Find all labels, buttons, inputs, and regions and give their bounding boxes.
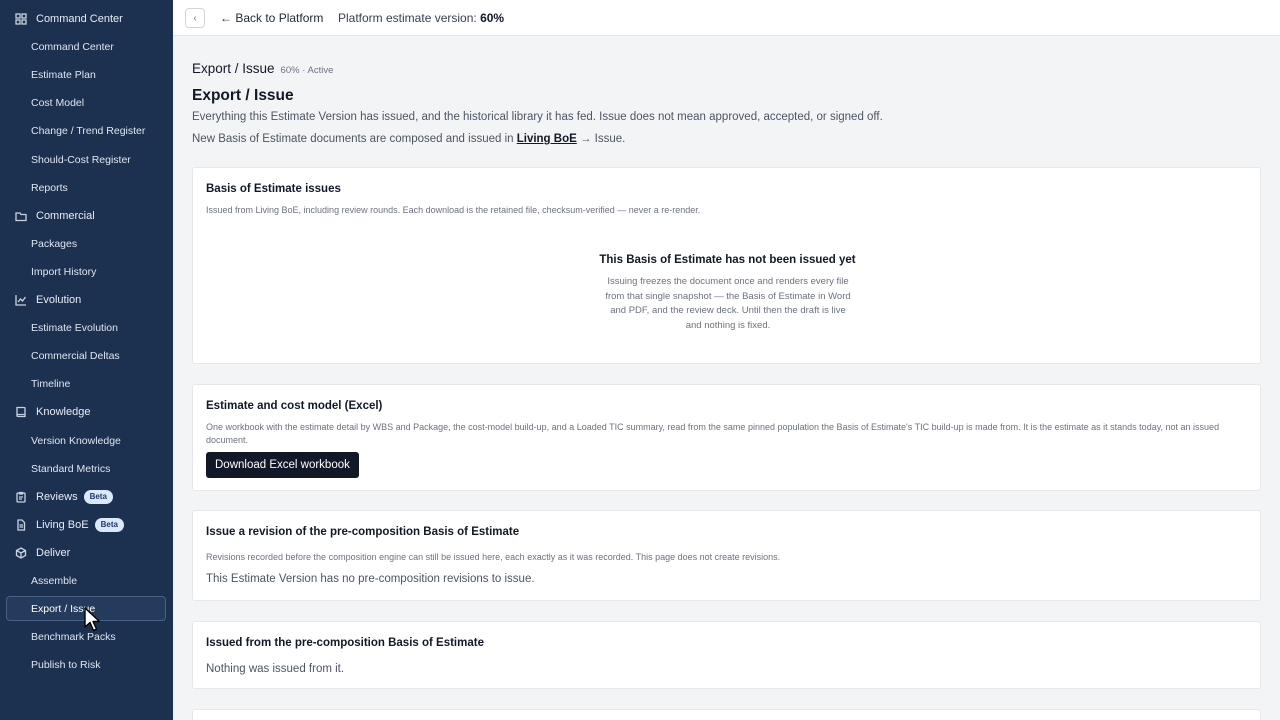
version-value: 60%	[480, 11, 505, 25]
sidebar-item-label: Reviews	[36, 491, 78, 503]
card-body-text: Nothing was issued from it.	[206, 663, 345, 675]
sidebar-item-label: Import History	[31, 266, 97, 278]
back-to-platform-link[interactable]: ← Back to Platform	[220, 11, 323, 25]
sidebar-item-label: Reports	[31, 182, 68, 194]
book-icon	[15, 406, 27, 418]
sidebar-group-deliver[interactable]: Deliver	[0, 540, 173, 566]
card-title: Issued from the pre-composition Basis of…	[206, 637, 484, 649]
top-bar: ‹ ← Back to Platform Platform estimate v…	[173, 0, 1280, 36]
chevron-left-icon: ‹	[193, 12, 197, 24]
sidebar-group-knowledge[interactable]: Knowledge	[0, 399, 173, 425]
sidebar-group-living-boe[interactable]: Living BoE Beta	[0, 512, 173, 538]
clipboard-icon	[15, 491, 27, 503]
living-boe-link[interactable]: Living BoE	[517, 133, 577, 145]
sidebar-item-label: Timeline	[31, 378, 71, 390]
sidebar-item-publish-to-risk[interactable]: Publish to Risk	[0, 652, 173, 678]
revision-card: Issue a revision of the pre-composition …	[192, 510, 1261, 601]
package-icon	[15, 547, 27, 559]
breadcrumb-title: Export / Issue	[192, 61, 275, 76]
sidebar-item-label: Commercial	[36, 210, 95, 222]
card-title: Issue a revision of the pre-composition …	[206, 526, 520, 538]
sidebar-item-change-trend-register[interactable]: Change / Trend Register	[0, 118, 173, 144]
sidebar-item-label: Packages	[31, 238, 78, 250]
sidebar-item-label: Estimate Plan	[31, 69, 96, 81]
issued-pre-composition-card: Issued from the pre-composition Basis of…	[192, 621, 1261, 689]
sidebar-item-estimate-evolution[interactable]: Estimate Evolution	[0, 315, 173, 341]
trend-chart-icon	[15, 294, 27, 306]
main-content: Export / Issue 60% · Active Export / Iss…	[173, 36, 1280, 720]
sidebar-item-estimate-plan[interactable]: Estimate Plan	[0, 62, 173, 88]
page-intro: Everything this Estimate Version has iss…	[192, 111, 883, 123]
sidebar-item-command-center[interactable]: Command Center	[0, 34, 173, 60]
sidebar-group-evolution[interactable]: Evolution	[0, 287, 173, 313]
excel-export-card: Estimate and cost model (Excel) One work…	[192, 384, 1261, 491]
grid-icon	[15, 13, 27, 25]
empty-state-text: Issuing freezes the document once and re…	[605, 276, 851, 331]
card-subtitle: One workbook with the estimate detail by…	[206, 422, 1220, 445]
sidebar-item-label: Assemble	[31, 575, 78, 587]
platform-version-label: Platform estimate version: 60%	[338, 11, 504, 25]
page-title: Export / Issue	[192, 87, 294, 104]
beta-badge: Beta	[94, 518, 124, 532]
mouse-cursor-icon	[84, 607, 101, 632]
sidebar-item-should-cost-register[interactable]: Should-Cost Register	[0, 147, 173, 173]
folder-icon	[15, 210, 27, 222]
sidebar-item-label: Publish to Risk	[31, 659, 101, 671]
version-status: 60% · Active	[280, 65, 334, 76]
collapse-sidebar-button[interactable]: ‹	[185, 8, 205, 28]
sidebar-item-label: Evolution	[36, 294, 82, 306]
sidebar-item-timeline[interactable]: Timeline	[0, 371, 173, 397]
sidebar-item-label: Commercial Deltas	[31, 350, 120, 362]
sidebar-item-label: Knowledge	[36, 406, 91, 418]
document-icon	[15, 519, 27, 531]
next-card	[192, 709, 1261, 720]
sidebar-item-assemble[interactable]: Assemble	[0, 568, 173, 594]
sidebar-item-packages[interactable]: Packages	[0, 231, 173, 257]
card-body-text: This Estimate Version has no pre-composi…	[206, 573, 535, 585]
empty-state-title: This Basis of Estimate has not been issu…	[599, 254, 856, 266]
sidebar-item-label: Should-Cost Register	[31, 154, 131, 166]
card-subtitle: Revisions recorded before the compositio…	[206, 552, 781, 562]
sidebar-group-commercial[interactable]: Commercial	[0, 203, 173, 229]
sidebar-item-label: Command Center	[36, 13, 123, 25]
sidebar-item-label: Benchmark Packs	[31, 631, 116, 643]
sidebar-item-standard-metrics[interactable]: Standard Metrics	[0, 456, 173, 482]
sidebar-item-reports[interactable]: Reports	[0, 175, 173, 201]
sidebar-item-label: Version Knowledge	[31, 435, 121, 447]
sidebar-group-reviews[interactable]: Reviews Beta	[0, 484, 173, 510]
version-label-text: Platform estimate version:	[338, 11, 481, 25]
sidebar-item-version-knowledge[interactable]: Version Knowledge	[0, 428, 173, 454]
sidebar-item-label: Standard Metrics	[31, 463, 111, 475]
beta-badge: Beta	[83, 490, 113, 504]
breadcrumb: Export / Issue 60% · Active	[192, 61, 333, 76]
sidebar-group-command-center[interactable]: Command Center	[0, 6, 173, 32]
sidebar-item-label: Deliver	[36, 547, 71, 559]
card-title: Estimate and cost model (Excel)	[206, 400, 383, 412]
sidebar-item-import-history[interactable]: Import History	[0, 259, 173, 285]
sidebar-item-commercial-deltas[interactable]: Commercial Deltas	[0, 343, 173, 369]
boe-issues-card: Basis of Estimate issues Issued from Liv…	[192, 167, 1261, 364]
sidebar-item-label: Estimate Evolution	[31, 322, 118, 334]
sidebar-item-label: Cost Model	[31, 97, 85, 109]
intro-text: New Basis of Estimate documents are comp…	[192, 133, 517, 145]
page-intro-link-line: New Basis of Estimate documents are comp…	[192, 133, 625, 145]
sidebar-item-label: Living BoE	[36, 519, 89, 531]
sidebar-item-label: Command Center	[31, 41, 114, 53]
sidebar-item-cost-model[interactable]: Cost Model	[0, 90, 173, 116]
card-title: Basis of Estimate issues	[206, 183, 341, 195]
download-excel-button[interactable]: Download Excel workbook	[206, 452, 359, 478]
intro-text-suffix: → Issue.	[576, 133, 626, 145]
sidebar-item-label: Change / Trend Register	[31, 125, 146, 137]
card-subtitle: Issued from Living BoE, including review…	[206, 205, 701, 215]
